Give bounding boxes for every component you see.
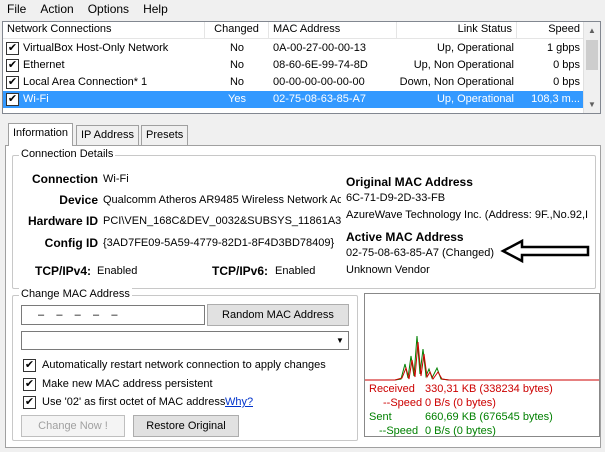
chevron-down-icon[interactable]: ▼ — [332, 332, 348, 349]
col-header-mac[interactable]: MAC Address — [269, 22, 397, 39]
scroll-up-icon[interactable]: ▲ — [584, 22, 600, 39]
traffic-graph-canvas — [365, 335, 599, 381]
row-mac: 02-75-08-63-85-A7 — [273, 93, 366, 105]
row-name: VirtualBox Host-Only Network — [23, 42, 169, 54]
connection-list[interactable]: Network Connections Changed MAC Address … — [2, 21, 601, 114]
restart-label: Automatically restart network connection… — [42, 359, 326, 371]
row-changed: No — [229, 76, 245, 88]
why-link[interactable]: Why? — [225, 396, 253, 408]
menu-action[interactable]: Action — [33, 0, 80, 16]
sent-speed-label: --Speed — [379, 425, 419, 437]
active-mac-vendor: Unknown Vendor — [346, 264, 430, 276]
tcp-ipv6-value: Enabled — [275, 265, 316, 277]
vertical-scrollbar[interactable]: ▲ ▼ — [583, 22, 600, 113]
mac-address-input[interactable]: – – – – – — [21, 305, 205, 325]
original-mac-value: 6C-71-D9-2D-33-FB — [346, 192, 446, 204]
row-name: Ethernet — [23, 59, 65, 71]
row-changed: No — [229, 59, 245, 71]
menu-file[interactable]: File — [0, 0, 33, 16]
tab-information[interactable]: Information — [8, 123, 74, 146]
menu-bar: File Action Options Help — [0, 0, 605, 19]
row-changed: No — [229, 42, 245, 54]
row-changed: Yes — [228, 93, 246, 105]
row-mac: 0A-00-27-00-00-13 — [273, 42, 366, 54]
restart-checkbox[interactable]: ✔ — [23, 359, 36, 372]
use-02-checkbox[interactable]: ✔ — [23, 396, 36, 409]
row-speed: 0 bps — [553, 59, 580, 71]
list-row[interactable]: ✔ Local Area Connection* 1 No 00-00-00-0… — [3, 74, 585, 91]
change-mac-group: Change MAC Address – – – – – Random MAC … — [12, 288, 358, 441]
change-now-button[interactable]: Change Now ! — [21, 415, 125, 437]
row-checkbox[interactable]: ✔ — [6, 42, 19, 55]
row-name: Wi-Fi — [23, 93, 49, 105]
row-checkbox[interactable]: ✔ — [6, 93, 19, 106]
sent-speed-value: 0 B/s (0 bytes) — [425, 425, 496, 437]
restore-original-button[interactable]: Restore Original — [133, 415, 239, 437]
active-mac-title: Active MAC Address — [346, 230, 464, 244]
active-mac-value: 02-75-08-63-85-A7 (Changed) — [346, 247, 494, 259]
group-title: Connection Details — [19, 148, 116, 160]
tab-presets[interactable]: Presets — [141, 125, 189, 145]
tcp-ipv6-label: TCP/IPv6: — [211, 264, 268, 278]
col-header-changed[interactable]: Changed — [205, 22, 269, 39]
col-header-name[interactable]: Network Connections — [3, 22, 205, 39]
received-value: 330,31 KB (338234 bytes) — [425, 383, 553, 395]
row-mac: 00-00-00-00-00-00 — [273, 76, 365, 88]
scroll-down-icon[interactable]: ▼ — [584, 96, 600, 113]
row-speed: 1 gbps — [546, 42, 580, 54]
persistent-checkbox[interactable]: ✔ — [23, 378, 36, 391]
row-status: Up, Operational — [436, 42, 514, 54]
row-speed: 108,3 m... — [531, 93, 580, 105]
original-mac-vendor: AzureWave Technology Inc. (Address: 9F.,… — [346, 209, 589, 221]
tcp-ipv4-value: Enabled — [97, 265, 138, 277]
row-checkbox[interactable]: ✔ — [6, 76, 19, 89]
scroll-thumb[interactable] — [586, 40, 598, 70]
row-status: Down, Non Operational — [399, 76, 514, 88]
group-title: Change MAC Address — [19, 288, 132, 300]
row-speed: 0 bps — [553, 76, 580, 88]
received-speed-value: 0 B/s (0 bytes) — [425, 397, 496, 409]
use-02-label: Use '02' as first octet of MAC address — [42, 396, 226, 408]
hardware-id-value: PCI\VEN_168C&DEV_0032&SUBSYS_11861A3I — [103, 215, 341, 227]
config-id-value: {3AD7FE09-5A59-4779-82D1-8F4D3BD78409} — [103, 237, 335, 249]
list-row-selected[interactable]: ✔ Wi-Fi Yes 02-75-08-63-85-A7 Up, Operat… — [3, 91, 585, 108]
connection-value: Wi-Fi — [103, 173, 129, 185]
menu-help[interactable]: Help — [136, 0, 175, 16]
sent-label: Sent — [369, 411, 392, 423]
device-value: Qualcomm Atheros AR9485 Wireless Network… — [103, 194, 341, 206]
hardware-id-label: Hardware ID — [27, 214, 98, 228]
col-header-status[interactable]: Link Status — [397, 22, 517, 39]
row-name: Local Area Connection* 1 — [23, 76, 148, 88]
tcp-ipv4-label: TCP/IPv4: — [34, 264, 91, 278]
list-row[interactable]: ✔ VirtualBox Host-Only Network No 0A-00-… — [3, 40, 585, 57]
restore-original-label: Restore Original — [146, 420, 226, 432]
random-mac-button[interactable]: Random MAC Address — [207, 304, 349, 326]
row-status: Up, Operational — [436, 93, 514, 105]
vendor-select[interactable]: ▼ — [21, 331, 349, 350]
row-checkbox[interactable]: ✔ — [6, 59, 19, 72]
received-speed-label: --Speed — [383, 397, 423, 409]
list-row[interactable]: ✔ Ethernet No 08-60-6E-99-74-8D Up, Non … — [3, 57, 585, 74]
received-label: Received — [369, 383, 415, 395]
random-mac-label: Random MAC Address — [222, 309, 334, 321]
connection-label: Connection — [32, 172, 98, 186]
row-mac: 08-60-6E-99-74-8D — [273, 59, 368, 71]
sent-value: 660,69 KB (676545 bytes) — [425, 411, 553, 423]
connection-details-group: Connection Details Connection Wi-Fi Devi… — [12, 148, 596, 289]
device-label: Device — [59, 193, 98, 207]
row-status: Up, Non Operational — [413, 59, 514, 71]
persistent-label: Make new MAC address persistent — [42, 378, 213, 390]
tab-ip-address[interactable]: IP Address — [76, 125, 139, 145]
arrow-left-icon — [500, 238, 590, 264]
original-mac-title: Original MAC Address — [346, 175, 473, 189]
config-id-label: Config ID — [44, 236, 98, 250]
change-now-label: Change Now ! — [38, 420, 108, 432]
col-header-speed[interactable]: Speed — [517, 22, 585, 39]
traffic-graph: Received 330,31 KB (338234 bytes) --Spee… — [364, 293, 600, 437]
menu-options[interactable]: Options — [81, 0, 136, 16]
